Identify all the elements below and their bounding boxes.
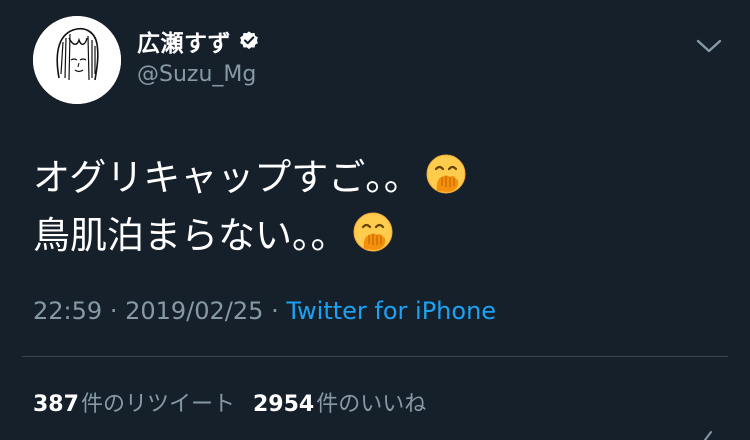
tweet-metadata: 22:59 · 2019/02/25 · Twitter for iPhone — [33, 297, 496, 325]
partial-icon — [704, 431, 712, 440]
display-name-row[interactable]: 広瀬すず — [137, 24, 260, 58]
tweet-date[interactable]: 2019/02/25 — [125, 297, 263, 325]
face-with-hand-over-mouth-emoji — [425, 153, 467, 195]
avatar[interactable] — [33, 16, 121, 104]
tweet-detail: 広瀬すず @Suzu_Mg オグリキャップすご。。 鳥肌泊まらない。。 22:5… — [0, 0, 750, 440]
engagement-stats: 387 件のリツイート 2954 件のいいね — [33, 386, 426, 418]
tweet-line: オグリキャップすご。。 — [33, 145, 723, 203]
user-handle[interactable]: @Suzu_Mg — [137, 62, 256, 87]
display-name[interactable]: 広瀬すず — [137, 24, 231, 58]
tweet-line: 鳥肌泊まらない。。 — [33, 203, 723, 261]
tweet-text: オグリキャップすご。。 鳥肌泊まらない。。 — [33, 145, 723, 261]
tweet-time[interactable]: 22:59 — [33, 297, 102, 325]
like-count-link[interactable]: 2954 件のいいね — [253, 386, 426, 418]
like-count: 2954 — [252, 392, 315, 417]
avatar-drawing — [33, 16, 121, 104]
verified-badge-icon — [238, 30, 260, 52]
retweet-count: 387 — [33, 392, 79, 417]
like-label: 件のいいね — [316, 392, 427, 417]
face-with-hand-over-mouth-emoji — [352, 211, 394, 253]
tweet-line-text: 鳥肌泊まらない。。 — [33, 214, 348, 257]
meta-separator: · — [109, 297, 118, 325]
chevron-down-icon[interactable] — [694, 33, 724, 59]
retweet-count-link[interactable]: 387 件のリツイート — [33, 386, 235, 418]
divider — [22, 356, 728, 357]
meta-separator: · — [271, 297, 279, 325]
retweet-label: 件のリツイート — [80, 392, 235, 417]
tweet-source-link[interactable]: Twitter for iPhone — [286, 297, 496, 325]
tweet-line-text: オグリキャップすご。。 — [33, 156, 421, 199]
